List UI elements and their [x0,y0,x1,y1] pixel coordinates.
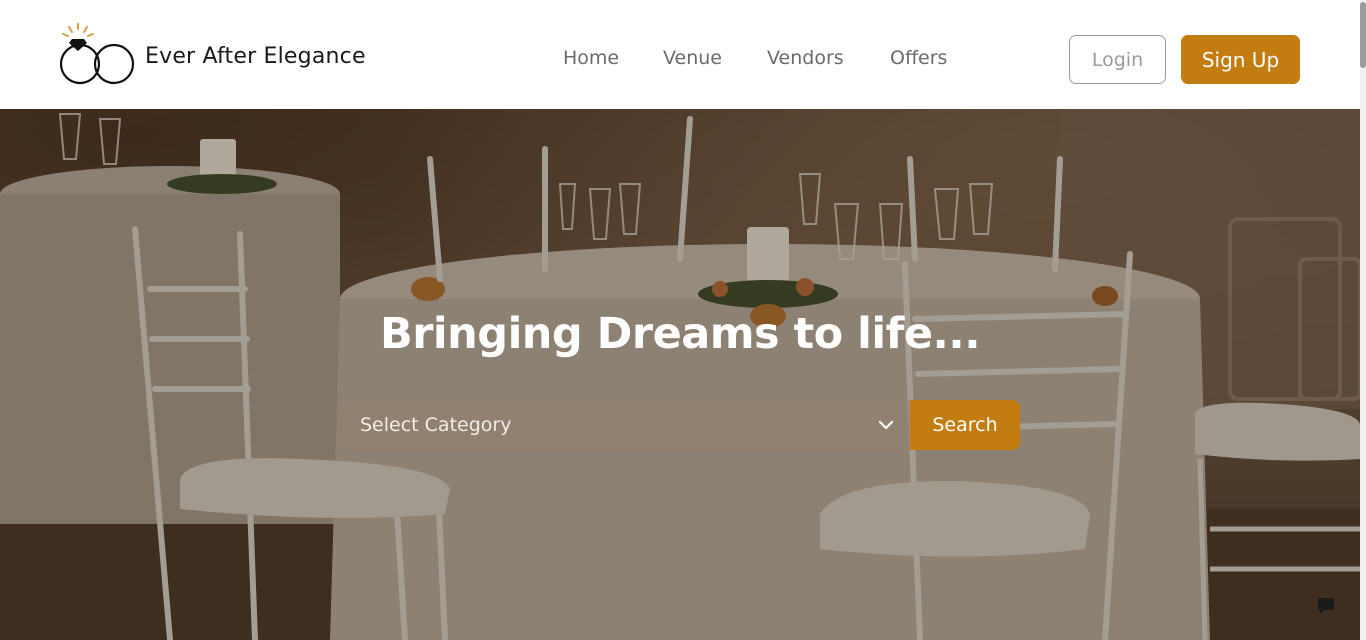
category-select-value: Select Category [360,414,512,436]
page-scrollbar[interactable] [1360,0,1366,640]
login-button[interactable]: Login [1069,35,1166,84]
category-select[interactable]: Select Category [340,400,910,450]
nav-item-offers[interactable]: Offers [890,47,947,69]
nav-item-venue[interactable]: Venue [663,47,722,69]
category-search-bar: Select Category Search [340,400,1020,450]
chat-bubble-icon[interactable] [1316,596,1336,616]
brand-name[interactable]: Ever After Elegance [145,44,366,69]
rings-logo-icon[interactable] [58,22,138,88]
hero-overlay [0,109,1360,640]
hero-section: Bringing Dreams to life... Select Catego… [0,109,1360,640]
nav-item-home[interactable]: Home [563,47,619,69]
signup-button[interactable]: Sign Up [1181,35,1300,84]
nav-item-vendors[interactable]: Vendors [767,47,844,69]
site-header: Ever After Elegance Home Venue Vendors O… [0,0,1366,109]
search-button[interactable]: Search [910,400,1020,450]
chevron-down-icon [878,420,894,430]
hero-title: Bringing Dreams to life... [379,309,981,359]
scrollbar-thumb[interactable] [1360,2,1366,68]
